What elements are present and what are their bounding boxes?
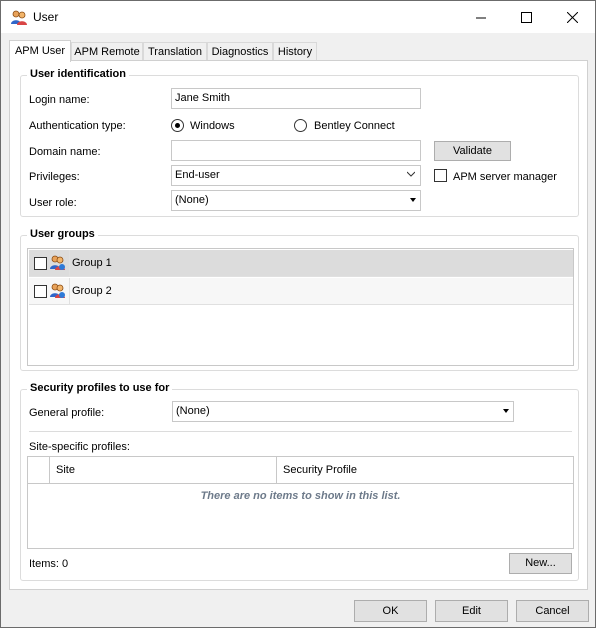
validate-button[interactable]: Validate bbox=[434, 141, 511, 161]
bentley-connect-radio[interactable] bbox=[294, 119, 307, 132]
empty-list-message: There are no items to show in this list. bbox=[200, 490, 401, 502]
window-title: User bbox=[33, 10, 59, 24]
separator bbox=[29, 431, 572, 432]
title-bar: User bbox=[1, 1, 595, 33]
user-group-icon bbox=[49, 254, 66, 271]
close-icon bbox=[566, 11, 578, 23]
user-identification-group: User identification Login name: Jane Smi… bbox=[20, 68, 579, 217]
dropdown-arrow-icon bbox=[410, 198, 416, 202]
group-label: Group 1 bbox=[72, 257, 112, 269]
privileges-dropdown[interactable]: End-user bbox=[171, 165, 421, 186]
column-header-site[interactable]: Site bbox=[50, 457, 277, 484]
user-role-label: User role: bbox=[29, 197, 77, 209]
general-profile-dropdown[interactable]: (None) bbox=[172, 401, 514, 422]
close-button[interactable] bbox=[549, 1, 595, 33]
windows-radio[interactable] bbox=[171, 119, 184, 132]
authentication-type-label: Authentication type: bbox=[29, 120, 126, 132]
general-profile-value: (None) bbox=[176, 405, 210, 417]
table-header-selector bbox=[28, 457, 50, 484]
column-header-security-profile[interactable]: Security Profile bbox=[277, 457, 573, 484]
apm-server-manager-label: APM server manager bbox=[453, 171, 557, 183]
user-groups-group: User groups Group 1 Group 2 bbox=[20, 228, 579, 371]
user-role-value: (None) bbox=[175, 194, 209, 206]
tab-panel-apm-user: User identification Login name: Jane Smi… bbox=[9, 60, 588, 590]
items-count: Items: 0 bbox=[29, 558, 69, 570]
dropdown-arrow-icon bbox=[503, 409, 509, 413]
tab-diagnostics[interactable]: Diagnostics bbox=[207, 42, 273, 61]
column-divider bbox=[69, 250, 70, 276]
privileges-value: End-user bbox=[175, 169, 220, 181]
security-profiles-group: Security profiles to use for General pro… bbox=[20, 382, 579, 581]
apm-server-manager-checkbox[interactable] bbox=[434, 169, 447, 182]
security-profiles-title: Security profiles to use for bbox=[27, 382, 173, 394]
user-identification-title: User identification bbox=[27, 68, 129, 80]
edit-button[interactable]: Edit bbox=[435, 600, 508, 622]
list-item[interactable]: Group 1 bbox=[29, 250, 573, 277]
users-app-icon bbox=[10, 9, 28, 25]
ok-button[interactable]: OK bbox=[354, 600, 427, 622]
tab-apm-remote[interactable]: APM Remote bbox=[71, 42, 143, 61]
site-specific-profiles-label: Site-specific profiles: bbox=[29, 441, 130, 453]
domain-name-label: Domain name: bbox=[29, 146, 101, 158]
group-2-checkbox[interactable] bbox=[34, 285, 47, 298]
chevron-down-icon bbox=[407, 171, 415, 177]
group-label: Group 2 bbox=[72, 285, 112, 297]
site-specific-profiles-table: Site Security Profile There are no items… bbox=[27, 456, 574, 549]
user-role-dropdown[interactable]: (None) bbox=[171, 190, 421, 211]
user-groups-list: Group 1 Group 2 bbox=[27, 248, 574, 366]
general-profile-label: General profile: bbox=[29, 407, 105, 419]
tab-translation[interactable]: Translation bbox=[143, 42, 207, 61]
maximize-icon bbox=[520, 11, 532, 23]
bentley-connect-radio-label: Bentley Connect bbox=[314, 120, 395, 132]
tab-history[interactable]: History bbox=[273, 42, 317, 61]
new-profile-button[interactable]: New... bbox=[509, 553, 572, 574]
user-groups-title: User groups bbox=[27, 228, 98, 240]
minimize-icon bbox=[475, 17, 486, 18]
domain-name-field[interactable] bbox=[171, 140, 421, 161]
privileges-label: Privileges: bbox=[29, 171, 80, 183]
group-1-checkbox[interactable] bbox=[34, 257, 47, 270]
column-divider bbox=[69, 278, 70, 304]
list-item[interactable]: Group 2 bbox=[29, 278, 573, 305]
cancel-button[interactable]: Cancel bbox=[516, 600, 589, 622]
maximize-button[interactable] bbox=[503, 1, 549, 33]
login-name-field[interactable]: Jane Smith bbox=[171, 88, 421, 109]
tab-apm-user[interactable]: APM User bbox=[9, 40, 71, 62]
windows-radio-label: Windows bbox=[190, 120, 235, 132]
login-name-label: Login name: bbox=[29, 94, 90, 106]
user-group-icon bbox=[49, 282, 66, 299]
minimize-button[interactable] bbox=[458, 1, 504, 33]
user-dialog-window: User APM User APM Remote Translation Dia… bbox=[0, 0, 596, 628]
